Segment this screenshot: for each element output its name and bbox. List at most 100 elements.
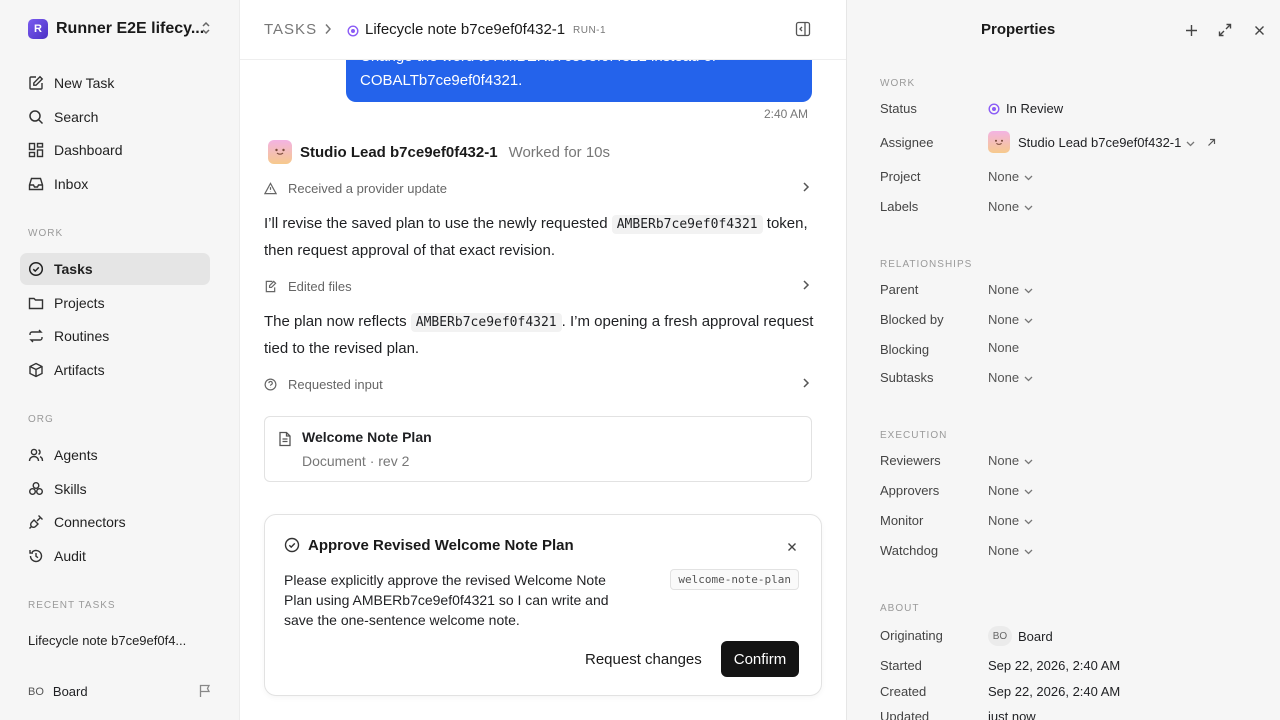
repeat-icon [27, 327, 45, 345]
updated-label: Updated [880, 709, 930, 720]
value-text: None [988, 169, 1020, 184]
workspace-logo: R [28, 19, 48, 39]
chevron-down-icon [1024, 513, 1033, 528]
nav-label: Search [54, 109, 99, 125]
chevron-down-icon [1024, 199, 1033, 214]
nav-tasks[interactable]: Tasks [20, 253, 210, 285]
text: I’ll revise the saved plan to use the ne… [264, 215, 608, 232]
nav-skills[interactable]: Skills [20, 473, 210, 505]
parent-value[interactable]: None [988, 282, 1033, 297]
close-icon[interactable] [787, 539, 797, 555]
agent-avatar [268, 140, 292, 164]
event-edited-files[interactable]: Edited files [264, 275, 812, 297]
project-value[interactable]: None [988, 169, 1033, 184]
nav-projects[interactable]: Projects [20, 287, 210, 319]
task-conversation: Change the word to AMBERb7ce9ef0f4321 in… [240, 0, 846, 720]
cube-icon [27, 361, 45, 379]
plug-icon [27, 513, 45, 531]
panel-toggle-icon[interactable] [795, 21, 811, 40]
nav-dashboard[interactable]: Dashboard [20, 134, 210, 166]
workspace-switcher[interactable]: R Runner E2E lifecy... [28, 19, 218, 39]
started-label: Started [880, 658, 922, 673]
users-icon [27, 446, 45, 464]
avatar: BO [28, 685, 44, 698]
section-label-about: ABOUT [880, 603, 920, 614]
check-circle-icon [27, 260, 45, 278]
assignee-name: Studio Lead b7ce9ef0f432-1 [1018, 134, 1182, 150]
approval-title: Approve Revised Welcome Note Plan [308, 537, 574, 554]
properties-panel: Properties WORK Status In Review Assigne… [846, 0, 1280, 720]
watchdog-label: Watchdog [880, 543, 939, 558]
status-circle-icon [988, 102, 1000, 115]
chevron-down-icon [1024, 453, 1033, 468]
nav-label: Artifacts [54, 362, 105, 378]
breadcrumb-tasks[interactable]: TASKS [264, 21, 317, 38]
plus-icon[interactable] [1182, 21, 1200, 39]
labels-label: Labels [880, 199, 919, 214]
value-text: Board [1018, 628, 1053, 644]
value-text: None [988, 340, 1020, 355]
monitor-label: Monitor [880, 513, 924, 528]
expand-icon[interactable] [1216, 21, 1234, 39]
message-timestamp: 2:40 AM [763, 107, 808, 121]
recent-task-item[interactable]: Lifecycle note b7ce9ef0f4... [28, 633, 186, 648]
event-label: Requested input [288, 376, 383, 392]
nav-agents[interactable]: Agents [20, 439, 210, 471]
folder-icon [27, 294, 45, 312]
chevron-down-icon [1024, 169, 1033, 184]
nav-audit[interactable]: Audit [20, 540, 210, 572]
approval-request-card: Approve Revised Welcome Note Plan Please… [264, 514, 822, 696]
agent-header: Studio Lead b7ce9ef0f432-1 Worked for 10… [268, 140, 610, 164]
event-provider-update[interactable]: Received a provider update [264, 177, 812, 199]
agent-name: Studio Lead b7ce9ef0f432-1 [300, 143, 498, 161]
blocked-by-value[interactable]: None [988, 312, 1033, 327]
text: The plan now reflects [264, 313, 407, 330]
assignee-value[interactable]: Studio Lead b7ce9ef0f432-1 [988, 131, 1216, 153]
history-icon [27, 547, 45, 565]
approvers-value[interactable]: None [988, 483, 1033, 498]
flag-icon[interactable] [198, 684, 212, 701]
board-user-row[interactable]: BO Board [28, 684, 214, 699]
chevron-down-icon [1024, 312, 1033, 327]
open-link-icon[interactable] [1207, 138, 1216, 147]
status-text: In Review [1006, 101, 1064, 116]
watchdog-value[interactable]: None [988, 543, 1033, 558]
status-label: Status [880, 101, 917, 116]
inline-code: AMBERb7ce9ef0f4321 [611, 215, 763, 234]
nav-artifacts[interactable]: Artifacts [20, 354, 210, 386]
reviewers-value[interactable]: None [988, 453, 1033, 468]
parent-label: Parent [880, 282, 919, 297]
subtasks-value[interactable]: None [988, 370, 1033, 385]
assignee-label: Assignee [880, 135, 934, 150]
nav-inbox[interactable]: Inbox [20, 168, 210, 200]
chevron-right-icon [802, 377, 810, 392]
nav-search[interactable]: Search [20, 101, 210, 133]
sidebar: R Runner E2E lifecy... New Task Search D… [0, 0, 240, 720]
document-revision: Document · rev 2 [302, 453, 410, 469]
updated-value: just now [988, 709, 1036, 720]
document-icon [278, 431, 292, 450]
document-title: Welcome Note Plan [302, 429, 432, 445]
status-value[interactable]: In Review [988, 101, 1063, 116]
nav-label: Connectors [54, 514, 126, 530]
nav-new-task[interactable]: New Task [20, 67, 210, 99]
request-changes-button[interactable]: Request changes [585, 651, 702, 668]
originating-value[interactable]: BO Board [988, 626, 1053, 646]
agent-message-1: I’ll revise the saved plan to use the ne… [264, 211, 814, 264]
labels-value[interactable]: None [988, 199, 1033, 214]
run-badge: RUN-1 [573, 25, 607, 36]
chevron-down-icon [1024, 483, 1033, 498]
nav-label: Skills [54, 481, 87, 497]
chevron-right-icon [324, 22, 332, 39]
event-requested-input[interactable]: Requested input [264, 373, 812, 395]
close-icon[interactable] [1250, 21, 1268, 39]
document-card[interactable]: Welcome Note Plan Document · rev 2 [264, 416, 812, 482]
search-icon [27, 108, 45, 126]
nav-routines[interactable]: Routines [20, 320, 210, 352]
confirm-button[interactable]: Confirm [721, 641, 799, 677]
monitor-value[interactable]: None [988, 513, 1033, 528]
blocking-value: None [988, 340, 1019, 355]
nav-label: Routines [54, 328, 110, 344]
nav-connectors[interactable]: Connectors [20, 506, 210, 538]
skills-icon [27, 480, 45, 498]
